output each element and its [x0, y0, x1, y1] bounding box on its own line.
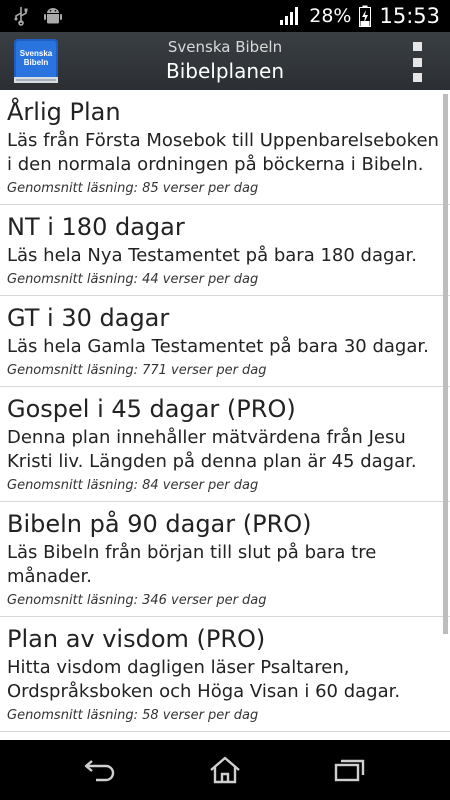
plan-description: Läs Bibeln från början till slut på bara… [7, 542, 377, 587]
plan-item-bibeln-90[interactable]: Bibeln på 90 dagar (PRO) Läs Bibeln från… [0, 502, 450, 617]
plan-item-arlig[interactable]: Årlig Plan Läs från Första Mosebok till … [0, 90, 450, 205]
home-icon[interactable] [205, 752, 245, 788]
battery-percent: 28% [309, 5, 352, 27]
signal-icon [280, 7, 299, 25]
app-subtitle: Svenska Bibeln [167, 38, 283, 56]
plan-description: Läs hela Gamla Testamentet på bara 30 da… [7, 336, 429, 357]
plan-average: Genomsnitt läsning: 84 verser per dag [7, 478, 259, 493]
page-title: Bibelplanen [166, 59, 284, 83]
plan-title: NT i 180 dagar [7, 213, 185, 241]
overflow-menu-icon[interactable] [410, 42, 424, 82]
plan-title: Plan av visdom (PRO) [7, 625, 266, 653]
plan-item-nt-180[interactable]: NT i 180 dagar Läs hela Nya Testamentet … [0, 205, 450, 296]
plan-description: Läs från Första Mosebok till Uppenbarels… [7, 130, 439, 175]
plan-average: Genomsnitt läsning: 346 verser per dag [7, 593, 267, 608]
plan-description: Denna plan innehåller mätvärdena från Je… [7, 427, 417, 472]
plan-item-gt-30[interactable]: GT i 30 dagar Läs hela Gamla Testamentet… [0, 296, 450, 387]
recents-icon[interactable] [330, 752, 370, 788]
android-icon [44, 8, 62, 24]
plan-title: Gospel i 45 dagar (PRO) [7, 395, 296, 423]
plan-average: Genomsnitt läsning: 58 verser per dag [7, 708, 259, 723]
plan-average: Genomsnitt läsning: 771 verser per dag [7, 363, 267, 378]
plan-title: Bibeln på 90 dagar (PRO) [7, 510, 312, 538]
status-bar: 28% 15:53 [0, 0, 450, 32]
plan-average: Genomsnitt läsning: 85 verser per dag [7, 181, 259, 196]
plan-list: Årlig Plan Läs från Första Mosebok till … [0, 90, 450, 740]
usb-icon [14, 7, 28, 26]
plan-item-visdom[interactable]: Plan av visdom (PRO) Hitta visdom daglig… [0, 617, 450, 732]
action-bar: Svenska Bibeln Svenska Bibeln Bibelplane… [0, 32, 450, 90]
plan-item-gospel-45[interactable]: Gospel i 45 dagar (PRO) Denna plan inneh… [0, 387, 450, 502]
battery-icon [359, 5, 372, 27]
navigation-bar [0, 740, 450, 800]
scrollbar[interactable] [443, 94, 448, 634]
plan-average: Genomsnitt läsning: 44 verser per dag [7, 272, 259, 287]
plan-description: Hitta visdom dagligen läser Psaltaren, O… [7, 657, 401, 702]
plan-title: Årlig Plan [7, 98, 121, 126]
back-icon[interactable] [80, 752, 120, 788]
plan-description: Läs hela Nya Testamentet på bara 180 dag… [7, 245, 417, 266]
plan-title: GT i 30 dagar [7, 304, 170, 332]
clock: 15:53 [379, 4, 440, 28]
